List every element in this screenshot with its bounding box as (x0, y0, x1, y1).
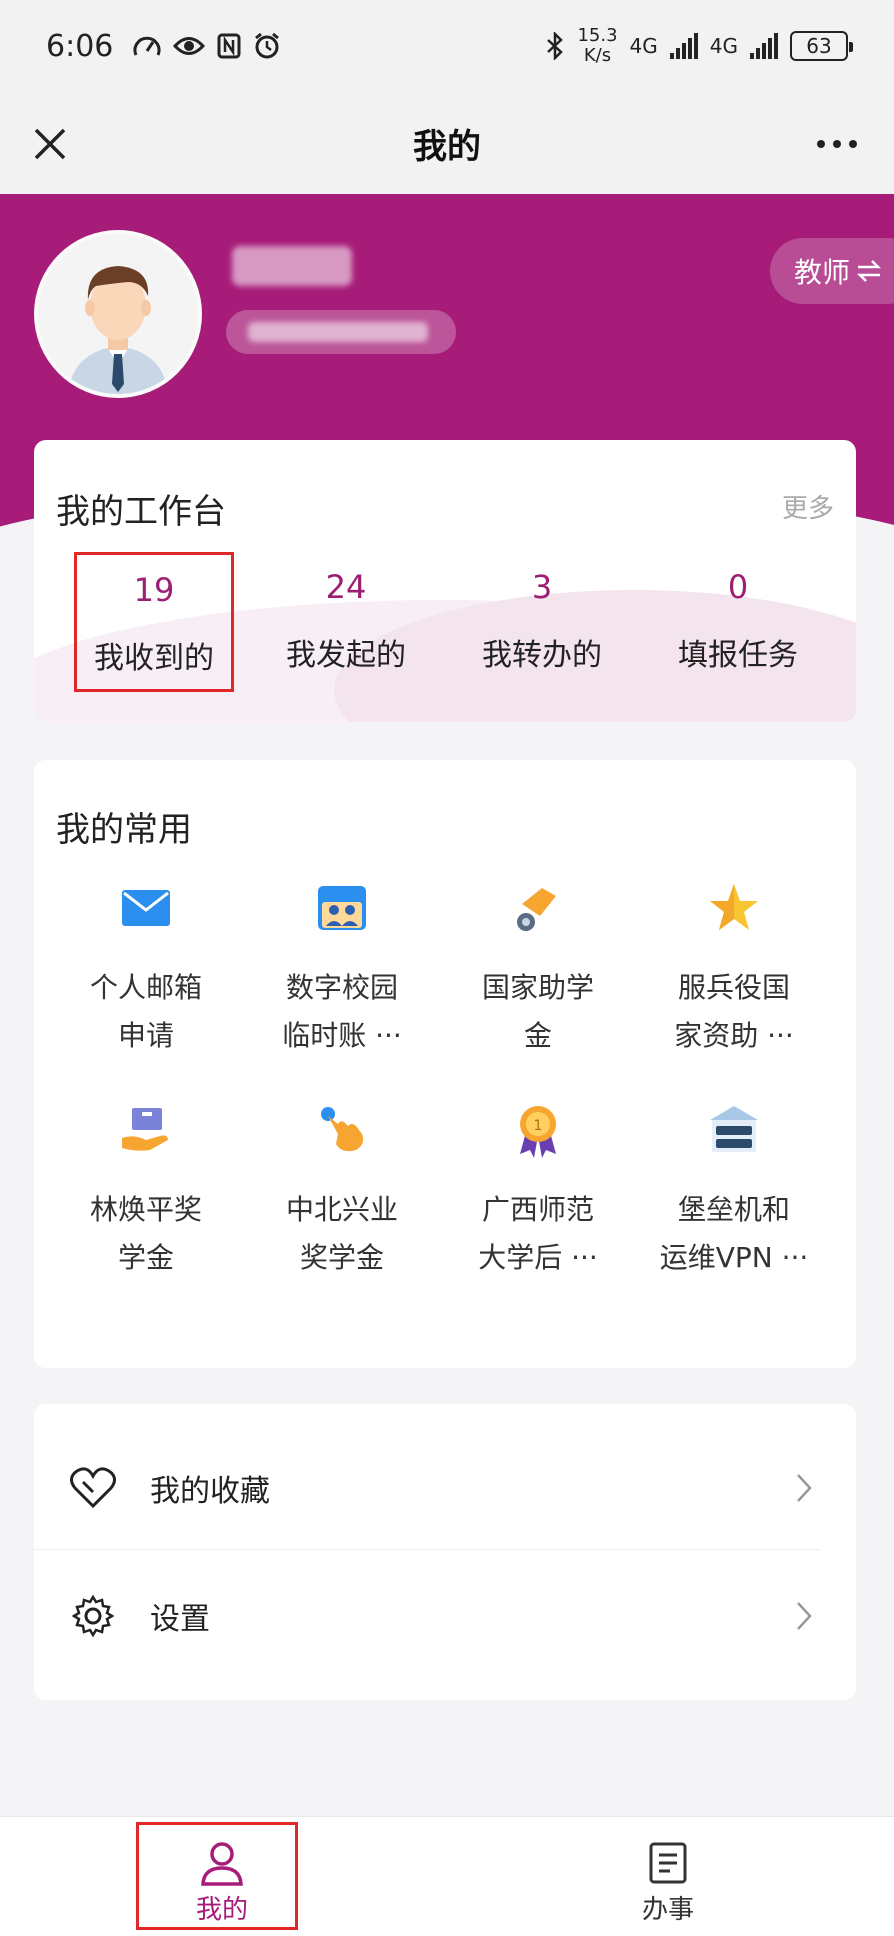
settings-list-card: 我的收藏 设置 (34, 1404, 856, 1700)
stat-label: 我转办的 (482, 638, 602, 673)
stat-label: 我收到的 (94, 641, 214, 676)
app-national-grant[interactable]: 国家助学金 (440, 880, 636, 1060)
title-bar: 我的 (0, 92, 894, 194)
app-lin-huanping-scholarship[interactable]: 林焕平奖 学金 (48, 1102, 244, 1282)
bluetooth-icon (547, 32, 564, 60)
app-digital-campus[interactable]: 数字校园 临时账 ··· (244, 880, 440, 1060)
workbench-card: 我的工作台 更多 19 我收到的 24 我发起的 3 我转办的 0 填报任务 (34, 440, 856, 722)
stat-received[interactable]: 19 我收到的 (74, 552, 234, 692)
nav-tab-tasks[interactable]: 办事 (588, 1817, 748, 1936)
avatar-icon (38, 234, 198, 394)
userid-redacted (226, 310, 456, 354)
more-button[interactable] (802, 116, 872, 172)
more-dot-icon (817, 140, 825, 148)
app-zhongbei-xingye-scholarship[interactable]: 中北兴业 奖学金 (244, 1102, 440, 1282)
star-icon (710, 884, 758, 930)
app-guangxi-normal-university[interactable]: 1 广西师范 大学后 ··· (440, 1102, 636, 1282)
nfc-icon (217, 33, 241, 59)
chevron-right-icon (797, 1474, 812, 1502)
settings-label: 设置 (150, 1602, 210, 1637)
battery-icon: 63 (790, 31, 853, 61)
heart-icon (70, 1467, 116, 1509)
pointer-hand-icon (321, 1107, 364, 1152)
role-label: 教师 (794, 256, 851, 289)
mail-icon (122, 890, 170, 926)
common-apps-card: 我的常用 个人邮箱 申请 数字校园 临时账 ··· 国家助学金 服兵役国 家资助 ··… (34, 760, 856, 1368)
alarm-icon (255, 32, 280, 59)
signal-icon (669, 33, 698, 59)
network-type-2: 4G (709, 34, 738, 58)
stat-report-tasks[interactable]: 0 填报任务 (658, 552, 818, 692)
list-item-favorites[interactable]: 我的收藏 (34, 1424, 856, 1552)
username-redacted (232, 246, 352, 286)
document-icon (649, 1842, 687, 1884)
bottom-nav: 我的 办事 (0, 1816, 894, 1936)
net-speed: 15.3 K/s (577, 25, 618, 66)
network-type-1: 4G (629, 34, 658, 58)
app-personal-mailbox[interactable]: 个人邮箱 申请 (48, 880, 244, 1060)
svg-text:1: 1 (534, 1118, 543, 1134)
avatar[interactable] (34, 230, 202, 398)
medal-icon: 1 (520, 1106, 556, 1158)
eye-icon (173, 37, 206, 55)
workbench-more-link[interactable]: 更多 (782, 488, 834, 525)
stat-label: 填报任务 (678, 638, 798, 673)
signal-icon-2 (750, 33, 778, 59)
page-title: 我的 (413, 126, 481, 167)
close-button[interactable] (22, 116, 78, 172)
stat-count: 3 (531, 568, 553, 606)
app-military-service-aid[interactable]: 服兵役国 家资助 ··· (636, 880, 832, 1060)
role-switch-button[interactable]: 教师 (770, 238, 894, 304)
list-item-settings[interactable]: 设置 (34, 1552, 856, 1680)
list-divider (34, 1549, 820, 1550)
stat-count: 0 (727, 568, 749, 606)
status-time: 6:06 (46, 28, 114, 64)
swap-icon (856, 260, 882, 282)
stat-count: 24 (325, 568, 367, 606)
app-bastion-vpn[interactable]: 堡垒机和 运维VPN ··· (636, 1102, 832, 1282)
stat-label: 我发起的 (286, 638, 406, 673)
people-card-icon (318, 886, 366, 930)
more-dot-icon (833, 140, 841, 148)
speedometer-icon (133, 36, 161, 56)
favorites-label: 我的收藏 (150, 1474, 270, 1509)
stat-forwarded[interactable]: 3 我转办的 (462, 552, 622, 692)
box-hand-icon (122, 1108, 168, 1151)
stat-initiated[interactable]: 24 我发起的 (266, 552, 426, 692)
gear-icon (71, 1594, 115, 1638)
workbench-title: 我的工作台 (56, 492, 226, 532)
more-dot-icon (849, 140, 857, 148)
coin-hand-icon (517, 888, 556, 931)
stat-count: 19 (133, 571, 175, 609)
chevron-right-icon (797, 1602, 812, 1630)
close-icon (34, 128, 66, 160)
nav-highlight-frame (136, 1822, 298, 1930)
status-bar: 6:06 15.3 K/s 4G 4G 63 (0, 0, 894, 92)
common-title: 我的常用 (56, 810, 192, 850)
nav-label: 办事 (641, 1895, 694, 1925)
server-icon (710, 1106, 758, 1152)
